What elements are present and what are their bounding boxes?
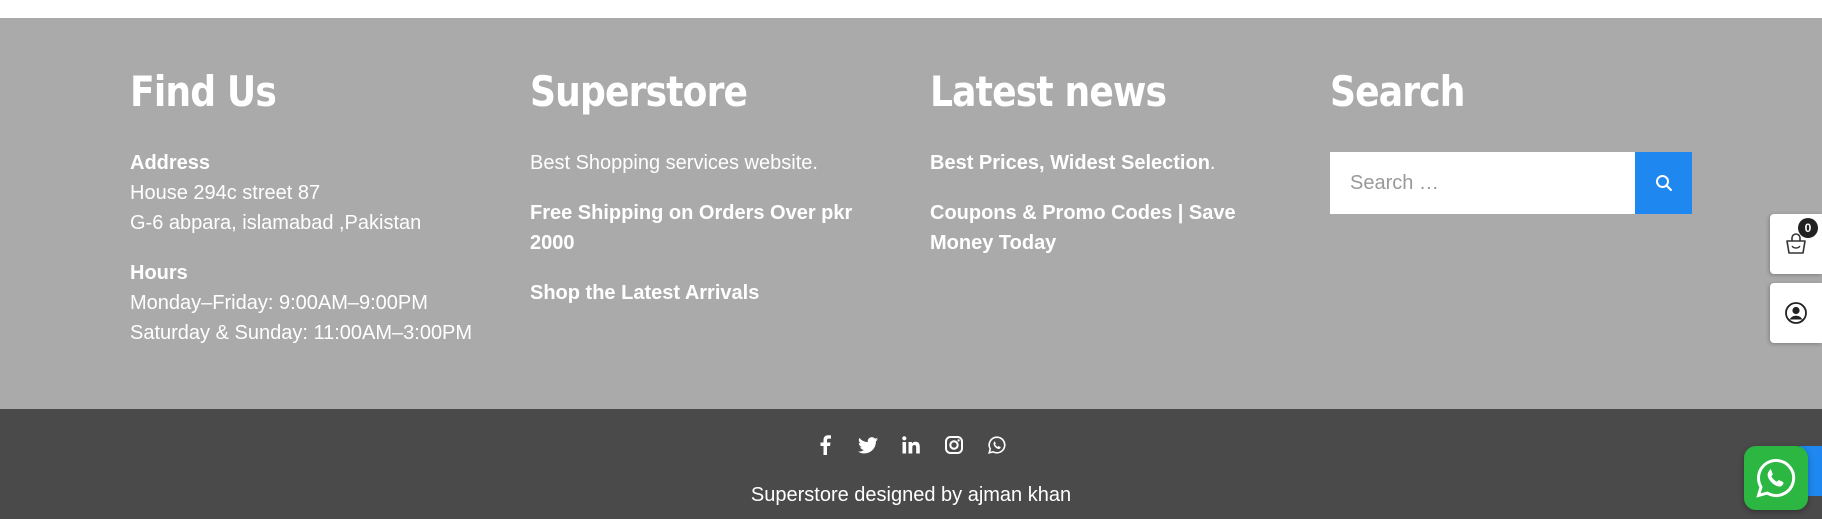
superstore-heading: Superstore bbox=[530, 67, 748, 116]
cart-side-button[interactable]: 0 bbox=[1770, 214, 1822, 274]
search-icon bbox=[1655, 175, 1672, 191]
footer-widgets: Find Us Address House 294c street 87 G-6… bbox=[0, 18, 1822, 409]
search-form bbox=[1330, 152, 1692, 214]
instagram-icon[interactable] bbox=[944, 435, 964, 455]
hours-block: Hours Monday–Friday: 9:00AM–9:00PM Satur… bbox=[130, 258, 500, 348]
superstore-tagline: Best Shopping services website. bbox=[530, 152, 818, 174]
hours-line-2: Saturday & Sunday: 11:00AM–3:00PM bbox=[130, 322, 473, 344]
hours-label: Hours bbox=[130, 262, 188, 284]
search-column: Search bbox=[1330, 66, 1700, 148]
whatsapp-chat-button[interactable] bbox=[1744, 446, 1808, 510]
free-shipping-link[interactable]: Free Shipping on Orders Over pkr 2000 bbox=[530, 198, 900, 258]
linkedin-icon[interactable] bbox=[901, 435, 921, 455]
news-item-2-link[interactable]: Coupons & Promo Codes | Save Money Today bbox=[930, 198, 1300, 258]
news-item-1: Best Prices, Widest Selection. bbox=[930, 148, 1300, 178]
hours-line-1: Monday–Friday: 9:00AM–9:00PM bbox=[130, 292, 428, 314]
latest-news-column: Latest news Best Prices, Widest Selectio… bbox=[930, 66, 1300, 278]
superstore-column: Superstore Best Shopping services websit… bbox=[530, 66, 900, 328]
find-us-column: Find Us Address House 294c street 87 G-6… bbox=[130, 66, 500, 368]
latest-arrivals-link[interactable]: Shop the Latest Arrivals bbox=[530, 278, 900, 308]
twitter-icon[interactable] bbox=[858, 435, 878, 455]
whatsapp-icon[interactable] bbox=[987, 435, 1007, 455]
cart-count-badge: 0 bbox=[1798, 218, 1818, 238]
find-us-heading: Find Us bbox=[130, 67, 277, 116]
search-input[interactable] bbox=[1330, 152, 1635, 214]
search-heading: Search bbox=[1330, 67, 1466, 116]
news-item-1-link[interactable]: Best Prices, Widest Selection bbox=[930, 152, 1210, 174]
account-side-button[interactable] bbox=[1770, 283, 1822, 343]
news-item-1-suffix: . bbox=[1209, 152, 1216, 174]
copyright-text: Superstore designed by ajman khan bbox=[750, 484, 1072, 506]
user-icon bbox=[1785, 302, 1807, 324]
address-block: Address House 294c street 87 G-6 abpara,… bbox=[130, 148, 500, 238]
facebook-icon[interactable] bbox=[815, 435, 835, 455]
latest-news-heading: Latest news bbox=[930, 67, 1167, 116]
address-label: Address bbox=[130, 152, 211, 174]
social-links bbox=[0, 435, 1822, 455]
whatsapp-chat-icon bbox=[1756, 458, 1796, 498]
page-top-strip bbox=[0, 0, 1822, 18]
address-line-1: House 294c street 87 bbox=[130, 182, 321, 204]
footer-bottom-bar: Superstore designed by ajman khan bbox=[0, 409, 1822, 519]
address-line-2: G-6 abpara, islamabad ,Pakistan bbox=[130, 212, 422, 234]
search-button[interactable] bbox=[1635, 152, 1692, 214]
